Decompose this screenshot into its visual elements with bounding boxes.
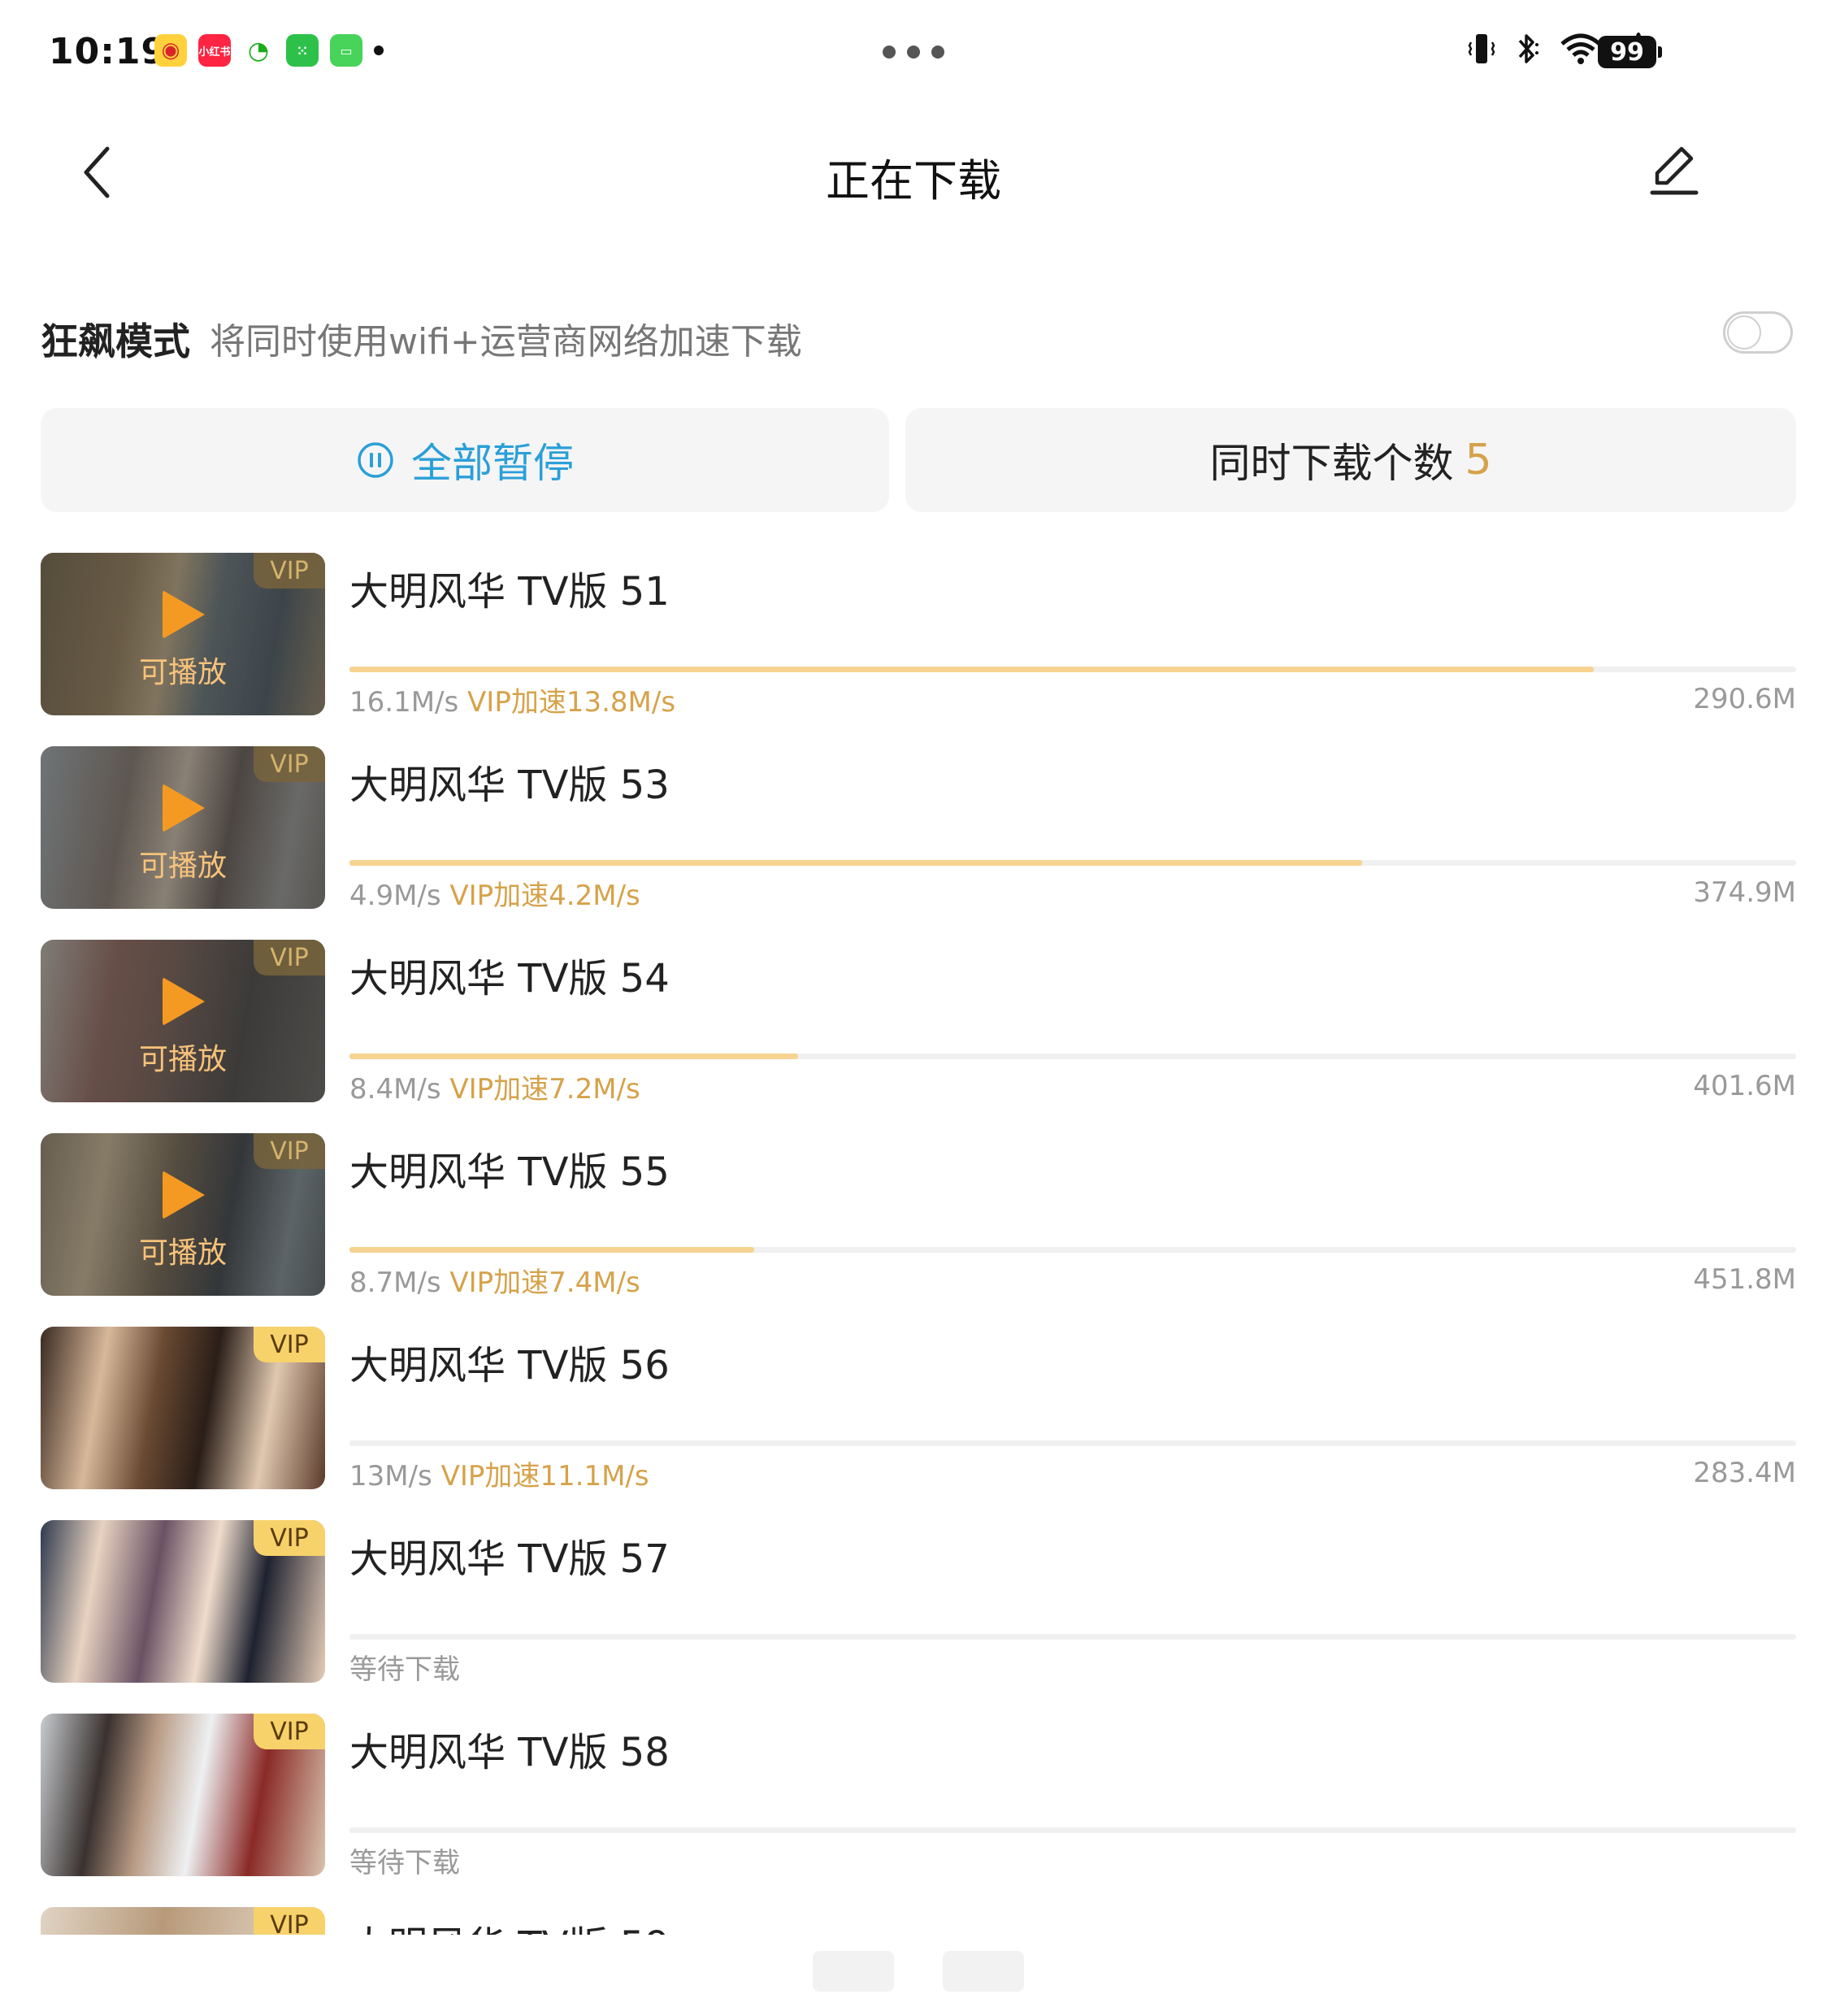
episode-title: 大明风华 TV版 53 xyxy=(349,763,670,808)
file-size: 374.9M xyxy=(1693,876,1796,909)
play-icon[interactable] xyxy=(163,590,205,639)
wifi-icon xyxy=(1560,33,1601,64)
pause-icon xyxy=(358,442,393,478)
play-icon[interactable] xyxy=(163,784,205,832)
episode-thumbnail[interactable]: VIP xyxy=(41,1714,325,1876)
vip-boost-speed: VIP加速7.4M/s xyxy=(449,1267,640,1299)
edit-icon xyxy=(1650,146,1699,195)
more-dots-icon[interactable] xyxy=(883,46,944,59)
download-progress-bar xyxy=(349,1054,1796,1059)
download-speed: 8.4M/s VIP加速7.2M/s xyxy=(349,1073,640,1106)
concurrent-downloads-count: 5 xyxy=(1465,436,1492,484)
download-speed: 8.7M/s VIP加速7.4M/s xyxy=(349,1267,640,1299)
download-item[interactable]: VIP 大明风华 TV版 56 13M/s VIP加速11.1M/s 283.4… xyxy=(41,1327,1796,1520)
bluetooth-icon xyxy=(1518,34,1538,63)
download-item[interactable]: VIP 可播放 大明风华 TV版 54 8.4M/s VIP加速7.2M/s 4… xyxy=(41,940,1796,1133)
download-item[interactable]: VIP 可播放 大明风华 TV版 53 4.9M/s VIP加速4.2M/s 3… xyxy=(41,746,1796,940)
page-title: 正在下载 xyxy=(826,155,1001,206)
episode-title: 大明风华 TV版 59 xyxy=(349,1914,670,1935)
vip-badge: VIP xyxy=(254,1907,325,1935)
episode-thumbnail[interactable]: VIP 可播放 xyxy=(41,553,325,715)
download-status: 等待下载 xyxy=(349,1653,460,1686)
playable-label: 可播放 xyxy=(138,656,227,689)
download-progress-bar xyxy=(349,1634,1796,1640)
episode-thumbnail[interactable]: VIP xyxy=(41,1327,325,1489)
file-size: 401.6M xyxy=(1693,1070,1796,1102)
download-item[interactable]: VIP 大明风华 TV版 57 等待下载 xyxy=(41,1520,1796,1714)
pause-all-label: 全部暂停 xyxy=(411,440,574,487)
download-speed: 13M/s VIP加速11.1M/s xyxy=(349,1460,649,1492)
vip-badge: VIP xyxy=(254,553,325,589)
vip-boost-speed: VIP加速7.2M/s xyxy=(449,1073,640,1106)
download-progress-bar xyxy=(349,1247,1796,1253)
wechat-icon: ⁙ xyxy=(286,34,319,67)
episode-title: 大明风华 TV版 54 xyxy=(349,956,670,1001)
download-list: VIP 可播放 大明风华 TV版 51 16.1M/s VIP加速13.8M/s… xyxy=(41,553,1796,1935)
playable-label: 可播放 xyxy=(138,849,227,883)
download-item[interactable]: VIP 可播放 大明风华 TV版 55 8.7M/s VIP加速7.4M/s 4… xyxy=(41,1133,1796,1327)
turbo-mode-description: 将同时使用wifi+运营商网络加速下载 xyxy=(210,321,802,363)
vip-boost-speed: VIP加速13.8M/s xyxy=(467,686,676,719)
edit-button[interactable] xyxy=(1642,138,1707,203)
download-progress-bar xyxy=(349,860,1796,866)
weibo-icon: ◉ xyxy=(154,34,187,67)
episode-title: 大明风华 TV版 57 xyxy=(349,1536,670,1582)
download-speed: 16.1M/s VIP加速13.8M/s xyxy=(349,686,676,719)
vip-badge: VIP xyxy=(254,940,325,975)
notification-icons: ◉ 小红书 ◔ ⁙ ▭ xyxy=(154,34,384,67)
nav-bar: 正在下载 xyxy=(0,122,1827,219)
vip-boost-speed: VIP加速11.1M/s xyxy=(440,1460,649,1492)
download-status: 等待下载 xyxy=(349,1847,460,1879)
vip-badge: VIP xyxy=(254,746,325,782)
status-bar: 10:19 ◉ 小红书 ◔ ⁙ ▭ 99 xyxy=(0,0,1827,106)
bottom-toolbar-ghost xyxy=(813,1951,1073,2000)
episode-title: 大明风华 TV版 51 xyxy=(349,569,670,615)
turbo-mode-toggle[interactable] xyxy=(1723,311,1793,354)
play-icon[interactable] xyxy=(163,977,205,1026)
download-item[interactable]: VIP 可播放 大明风华 TV版 51 16.1M/s VIP加速13.8M/s… xyxy=(41,553,1796,746)
episode-thumbnail[interactable]: VIP 可播放 xyxy=(41,1133,325,1296)
download-progress-bar xyxy=(349,1440,1796,1446)
app-icon: ◔ xyxy=(242,34,275,67)
episode-title: 大明风华 TV版 56 xyxy=(349,1343,670,1388)
episode-title: 大明风华 TV版 55 xyxy=(349,1149,670,1195)
vibrate-icon xyxy=(1468,34,1495,63)
more-notifications-dot xyxy=(374,46,384,55)
vip-badge: VIP xyxy=(254,1520,325,1556)
episode-thumbnail[interactable]: VIP 可播放 xyxy=(41,746,325,909)
playable-label: 可播放 xyxy=(138,1043,227,1076)
vip-badge: VIP xyxy=(254,1327,325,1362)
status-time: 10:19 xyxy=(49,31,167,72)
download-item[interactable]: VIP 大明风华 TV版 59 xyxy=(41,1907,1796,1935)
turbo-mode-row: 狂飙模式 将同时使用wifi+运营商网络加速下载 xyxy=(41,307,1793,364)
download-progress-bar xyxy=(349,1827,1796,1833)
battery-indicator: 99 xyxy=(1598,36,1662,68)
vip-badge: VIP xyxy=(254,1133,325,1169)
messages-icon: ▭ xyxy=(330,34,362,67)
episode-title: 大明风华 TV版 58 xyxy=(349,1730,670,1775)
file-size: 283.4M xyxy=(1693,1457,1796,1489)
download-progress-bar xyxy=(349,667,1796,672)
episode-thumbnail[interactable]: VIP 可播放 xyxy=(41,940,325,1102)
vip-boost-speed: VIP加速4.2M/s xyxy=(449,880,640,912)
toggle-knob xyxy=(1727,315,1761,350)
episode-thumbnail[interactable]: VIP xyxy=(41,1520,325,1683)
playable-label: 可播放 xyxy=(138,1236,227,1270)
vip-badge: VIP xyxy=(254,1714,325,1749)
concurrent-downloads-label: 同时下载个数 xyxy=(1209,440,1454,487)
file-size: 451.8M xyxy=(1693,1263,1796,1296)
download-speed: 4.9M/s VIP加速4.2M/s xyxy=(349,880,640,912)
xiaohongshu-icon: 小红书 xyxy=(198,34,231,67)
play-icon[interactable] xyxy=(163,1171,205,1219)
episode-thumbnail[interactable]: VIP xyxy=(41,1907,325,1935)
file-size: 290.6M xyxy=(1693,683,1796,715)
pause-all-button[interactable]: 全部暂停 xyxy=(41,408,889,512)
turbo-mode-title: 狂飙模式 xyxy=(41,319,190,363)
download-item[interactable]: VIP 大明风华 TV版 58 等待下载 xyxy=(41,1714,1796,1907)
concurrent-downloads-button[interactable]: 同时下载个数 5 xyxy=(905,408,1796,512)
